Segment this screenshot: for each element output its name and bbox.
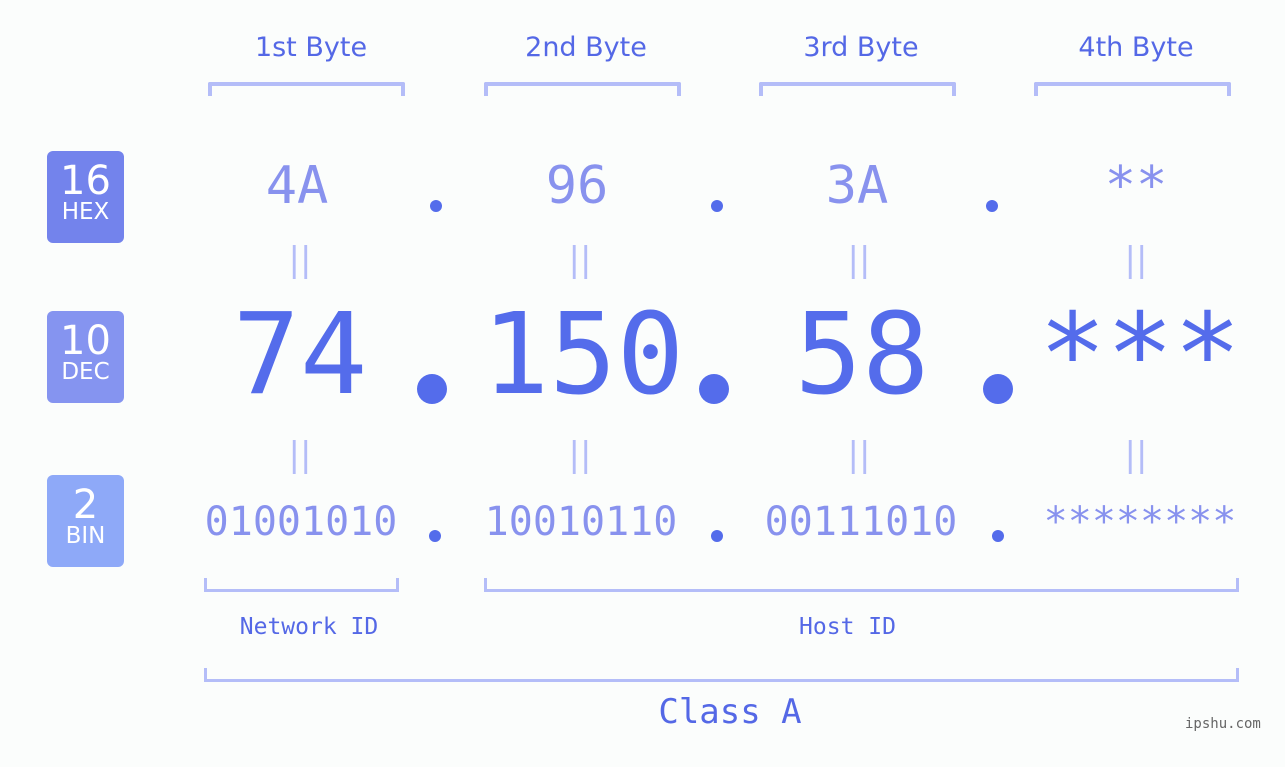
dec-byte-2: 150 — [481, 290, 685, 420]
byte-header-1: 1st Byte — [254, 32, 368, 63]
host-id-label: Host ID — [799, 614, 896, 640]
bin-badge-number: 2 — [72, 482, 99, 528]
dec-separator-dot-1 — [417, 374, 447, 404]
byte-header-2: 2nd Byte — [525, 32, 647, 63]
hex-separator-dot-2 — [711, 200, 723, 212]
hex-byte-4: ** — [1104, 156, 1168, 216]
byte-bracket-1 — [208, 82, 405, 96]
bin-badge: 2 BIN — [47, 475, 124, 567]
equals-dec-bin-1: || — [288, 435, 312, 475]
dec-byte-1: 74 — [232, 290, 368, 420]
bin-separator-dot-2 — [711, 530, 723, 542]
byte-bracket-2 — [484, 82, 681, 96]
dec-separator-dot-3 — [983, 374, 1013, 404]
dec-byte-3: 58 — [794, 290, 930, 420]
hex-separator-dot-1 — [430, 200, 442, 212]
equals-dec-bin-3: || — [847, 435, 871, 475]
equals-hex-dec-2: || — [568, 240, 592, 280]
network-id-bracket — [204, 578, 399, 592]
byte-bracket-3 — [759, 82, 956, 96]
dec-badge-label: DEC — [61, 359, 110, 385]
bin-byte-1: 01001010 — [204, 499, 398, 545]
network-id-label: Network ID — [239, 614, 379, 640]
hex-byte-2: 96 — [545, 156, 609, 216]
byte-header-4: 4th Byte — [1078, 32, 1194, 63]
bin-byte-2: 10010110 — [484, 499, 678, 545]
bin-separator-dot-3 — [992, 530, 1004, 542]
equals-hex-dec-3: || — [847, 240, 871, 280]
hex-byte-1: 4A — [265, 156, 329, 216]
equals-hex-dec-4: || — [1124, 240, 1148, 280]
byte-header-3: 3rd Byte — [803, 32, 919, 63]
hex-separator-dot-3 — [986, 200, 998, 212]
byte-bracket-4 — [1034, 82, 1231, 96]
dec-badge: 10 DEC — [47, 311, 124, 403]
hex-badge-number: 16 — [60, 158, 111, 204]
bin-byte-3: 00111010 — [764, 499, 958, 545]
watermark: ipshu.com — [1185, 716, 1261, 732]
equals-dec-bin-2: || — [568, 435, 592, 475]
hex-byte-3: 3A — [825, 156, 889, 216]
bin-byte-4: ******** — [1043, 499, 1237, 545]
equals-dec-bin-4: || — [1124, 435, 1148, 475]
bin-separator-dot-1 — [429, 530, 441, 542]
dec-byte-4: *** — [1038, 290, 1242, 420]
class-label: Class A — [658, 692, 802, 732]
dec-badge-number: 10 — [60, 318, 111, 364]
equals-hex-dec-1: || — [288, 240, 312, 280]
host-id-bracket — [484, 578, 1239, 592]
hex-badge-label: HEX — [61, 199, 110, 225]
class-bracket — [204, 668, 1239, 682]
hex-badge: 16 HEX — [47, 151, 124, 243]
dec-separator-dot-2 — [699, 374, 729, 404]
bin-badge-label: BIN — [65, 523, 106, 549]
